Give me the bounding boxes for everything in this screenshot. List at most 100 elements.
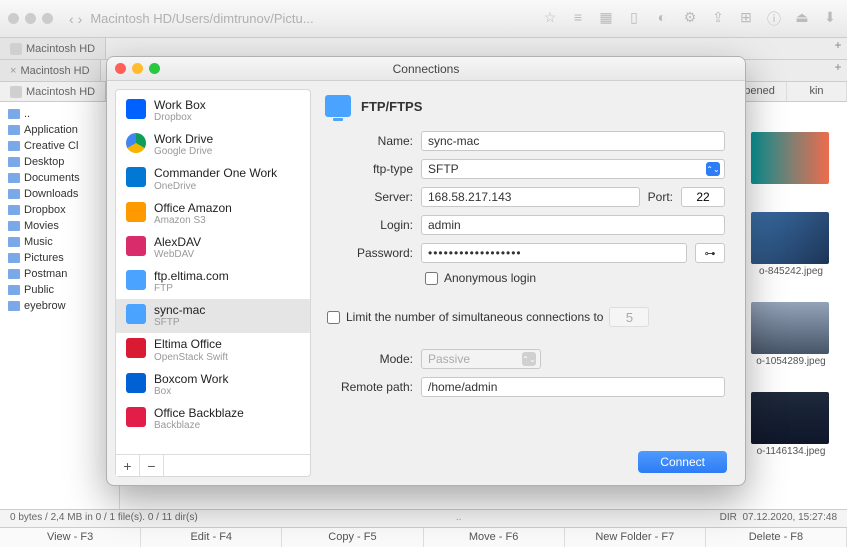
folder-icon bbox=[8, 173, 20, 183]
folder-row[interactable]: Pictures bbox=[0, 250, 119, 266]
limit-label: Limit the number of simultaneous connect… bbox=[346, 310, 603, 324]
bg-toolbar-icons: ☆ ≡ ▦ ▯ ◐ ⚙ ⇪ ⊞ ⓘ ⏏ ⬇ bbox=[541, 9, 839, 29]
back-icon[interactable]: ‹ bbox=[69, 11, 74, 27]
modal-titlebar: Connections bbox=[107, 57, 745, 81]
col-kind[interactable]: kin bbox=[787, 82, 847, 101]
tab-add-icon[interactable]: + bbox=[829, 38, 847, 59]
info-icon[interactable]: ⓘ bbox=[765, 9, 783, 29]
ic-gdrive-icon bbox=[126, 133, 146, 153]
connection-item[interactable]: Work BoxDropbox bbox=[116, 94, 310, 128]
thumbnail[interactable]: o-1146134.jpeg bbox=[751, 392, 831, 457]
server-input[interactable] bbox=[421, 187, 640, 207]
gear-icon[interactable]: ⚙ bbox=[681, 9, 699, 29]
connection-name: ftp.eltima.com bbox=[154, 270, 229, 283]
bg-tab-left[interactable]: Macintosh HD bbox=[0, 38, 106, 59]
list-icon[interactable]: ≡ bbox=[569, 9, 587, 29]
connection-item[interactable]: ftp.eltima.comFTP bbox=[116, 265, 310, 299]
folder-row[interactable]: .. bbox=[0, 106, 119, 122]
connections-dialog: Connections Work BoxDropboxWork DriveGoo… bbox=[106, 56, 746, 486]
ic-webdav-icon bbox=[126, 236, 146, 256]
connection-item[interactable]: sync-macSFTP bbox=[116, 299, 310, 333]
remove-connection-button[interactable]: − bbox=[140, 455, 164, 476]
status-mid: .. bbox=[456, 512, 462, 525]
thumbnail[interactable]: o-1054289.jpeg bbox=[751, 302, 831, 367]
connect-button[interactable]: Connect bbox=[638, 451, 727, 473]
bg-nav-arrows: ‹› bbox=[69, 11, 82, 27]
folder-row[interactable]: Dropbox bbox=[0, 202, 119, 218]
connections-sidebar: Work BoxDropboxWork DriveGoogle DriveCom… bbox=[115, 89, 311, 477]
chevron-updown-icon: ⌃⌄ bbox=[522, 352, 536, 366]
folder-row[interactable]: eyebrow bbox=[0, 298, 119, 314]
login-input[interactable] bbox=[421, 215, 725, 235]
connection-name: Boxcom Work bbox=[154, 373, 228, 386]
footer-action[interactable]: Copy - F5 bbox=[282, 528, 423, 547]
anonymous-checkbox[interactable] bbox=[425, 272, 438, 285]
folder-icon bbox=[8, 125, 20, 135]
login-label: Login: bbox=[327, 218, 413, 232]
toggle-icon[interactable]: ◐ bbox=[653, 9, 671, 29]
footer-action[interactable]: Move - F6 bbox=[424, 528, 565, 547]
footer-action[interactable]: New Folder - F7 bbox=[565, 528, 706, 547]
mode-label: Mode: bbox=[327, 352, 413, 366]
folder-row[interactable]: Movies bbox=[0, 218, 119, 234]
remotepath-input[interactable] bbox=[421, 377, 725, 397]
download-icon[interactable]: ⬇ bbox=[821, 9, 839, 29]
thumbnail[interactable]: o-845242.jpeg bbox=[751, 212, 831, 277]
folder-row[interactable]: Public bbox=[0, 282, 119, 298]
bg-tab-left2[interactable]: ×Macintosh HD bbox=[0, 60, 101, 81]
connection-type: FTP bbox=[154, 283, 229, 294]
connection-item[interactable]: Office BackblazeBackblaze bbox=[116, 402, 310, 436]
port-input[interactable] bbox=[681, 187, 725, 207]
connection-name: Eltima Office bbox=[154, 338, 228, 351]
connection-item[interactable]: Commander One WorkOneDrive bbox=[116, 162, 310, 196]
folder-row[interactable]: Documents bbox=[0, 170, 119, 186]
grid-icon[interactable]: ▦ bbox=[597, 9, 615, 29]
footer-action[interactable]: Delete - F8 bbox=[706, 528, 847, 547]
connection-item[interactable]: Eltima OfficeOpenStack Swift bbox=[116, 333, 310, 367]
folder-icon bbox=[8, 301, 20, 311]
connection-type: OpenStack Swift bbox=[154, 352, 228, 363]
limit-checkbox[interactable] bbox=[327, 311, 340, 324]
folder-row[interactable]: Downloads bbox=[0, 186, 119, 202]
close-window-button[interactable] bbox=[115, 63, 126, 74]
star-icon[interactable]: ☆ bbox=[541, 9, 559, 29]
tag-icon[interactable]: ⊞ bbox=[737, 9, 755, 29]
connection-item[interactable]: Boxcom WorkBox bbox=[116, 368, 310, 402]
thumbnail[interactable] bbox=[751, 132, 831, 186]
folder-row[interactable]: Postman bbox=[0, 266, 119, 282]
columns-icon[interactable]: ▯ bbox=[625, 9, 643, 29]
close-icon[interactable]: × bbox=[10, 65, 16, 77]
connection-type: Amazon S3 bbox=[154, 215, 232, 226]
name-label: Name: bbox=[327, 134, 413, 148]
password-input[interactable] bbox=[421, 243, 687, 263]
key-button[interactable]: ⊶ bbox=[695, 243, 725, 263]
share-icon[interactable]: ⇪ bbox=[709, 9, 727, 29]
folder-row[interactable]: Music bbox=[0, 234, 119, 250]
folder-row[interactable]: Application bbox=[0, 122, 119, 138]
tab-add-icon[interactable]: + bbox=[829, 60, 847, 81]
footer-action[interactable]: View - F3 bbox=[0, 528, 141, 547]
disk-icon bbox=[10, 43, 22, 55]
connection-name: Office Backblaze bbox=[154, 407, 244, 420]
add-connection-button[interactable]: + bbox=[116, 455, 140, 476]
ic-dropbox-icon bbox=[126, 99, 146, 119]
zoom-window-button[interactable] bbox=[149, 63, 160, 74]
connection-type: Backblaze bbox=[154, 420, 244, 431]
folder-icon bbox=[8, 237, 20, 247]
ftptype-select[interactable]: SFTP ⌃⌄ bbox=[421, 159, 725, 179]
connection-form: FTP/FTPS Name: ftp-type SFTP ⌃⌄ Server: bbox=[311, 81, 745, 485]
minimize-window-button[interactable] bbox=[132, 63, 143, 74]
folder-row[interactable]: Creative Cl bbox=[0, 138, 119, 154]
bg-traffic-lights bbox=[8, 13, 53, 24]
forward-icon[interactable]: › bbox=[78, 11, 83, 27]
connection-item[interactable]: Work DriveGoogle Drive bbox=[116, 128, 310, 162]
folder-row[interactable]: Desktop bbox=[0, 154, 119, 170]
footer-action[interactable]: Edit - F4 bbox=[141, 528, 282, 547]
connection-item[interactable]: Office AmazonAmazon S3 bbox=[116, 197, 310, 231]
folder-icon bbox=[8, 189, 20, 199]
ic-s3-icon bbox=[126, 202, 146, 222]
connection-name: Work Box bbox=[154, 99, 206, 112]
connection-item[interactable]: AlexDAVWebDAV bbox=[116, 231, 310, 265]
eject-icon[interactable]: ⏏ bbox=[793, 9, 811, 29]
name-input[interactable] bbox=[421, 131, 725, 151]
